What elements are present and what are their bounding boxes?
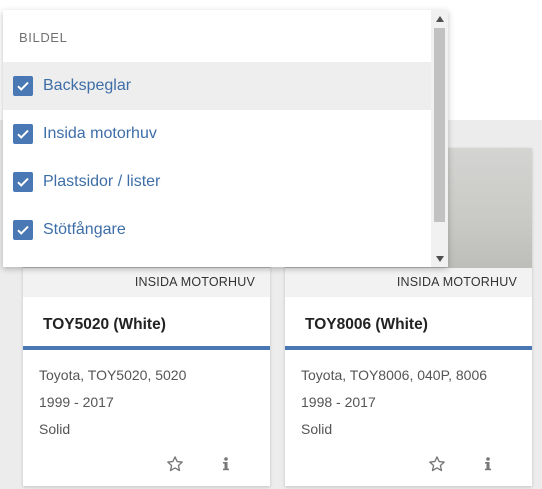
filter-header: BILDEL bbox=[19, 30, 68, 45]
filter-option-label: Plastsidor / lister bbox=[43, 173, 161, 190]
filter-option-stotfangare[interactable]: Stötfångare bbox=[3, 206, 431, 254]
part-filter-dropdown: BILDEL Backspeglar Insida motorhuv Plast… bbox=[3, 10, 448, 267]
filter-option-label: Backspeglar bbox=[43, 77, 132, 94]
star-icon[interactable] bbox=[427, 454, 447, 474]
scrollbar-thumb[interactable] bbox=[434, 28, 445, 222]
scroll-up-arrow-icon[interactable] bbox=[431, 10, 448, 27]
info-icon[interactable] bbox=[482, 454, 494, 474]
filter-option-label: Insida motorhuv bbox=[43, 125, 157, 142]
filter-option-backspeglar[interactable]: Backspeglar bbox=[3, 62, 431, 110]
star-icon[interactable] bbox=[165, 454, 185, 474]
dropdown-scrollbar[interactable] bbox=[431, 10, 448, 267]
card-years: 1999 - 2017 bbox=[39, 394, 114, 410]
scroll-down-arrow-icon[interactable] bbox=[431, 250, 448, 267]
check-icon bbox=[17, 225, 29, 235]
card-divider bbox=[285, 346, 532, 350]
check-icon bbox=[17, 81, 29, 91]
checkbox-checked[interactable] bbox=[13, 172, 33, 192]
checkbox-checked[interactable] bbox=[13, 124, 33, 144]
card-make-codes: Toyota, TOY8006, 040P, 8006 bbox=[301, 367, 488, 383]
card-years: 1998 - 2017 bbox=[301, 394, 376, 410]
checkbox-checked[interactable] bbox=[13, 76, 33, 96]
card-finish: Solid bbox=[301, 421, 333, 437]
card-title[interactable]: TOY5020 (White) bbox=[43, 316, 166, 334]
filter-option-label: Stötfångare bbox=[43, 221, 126, 238]
filter-option-plastsidor[interactable]: Plastsidor / lister bbox=[3, 158, 431, 206]
check-icon bbox=[17, 177, 29, 187]
check-icon bbox=[17, 129, 29, 139]
info-icon[interactable] bbox=[220, 454, 232, 474]
card-title[interactable]: TOY8006 (White) bbox=[305, 316, 428, 334]
card-category-tag: INSIDA MOTORHUV bbox=[23, 268, 270, 297]
filter-option-insida-motorhuv[interactable]: Insida motorhuv bbox=[3, 110, 431, 158]
card-divider bbox=[23, 346, 270, 350]
checkbox-checked[interactable] bbox=[13, 220, 33, 240]
card-make-codes: Toyota, TOY5020, 5020 bbox=[39, 367, 187, 383]
card-category-tag: INSIDA MOTORHUV bbox=[285, 268, 532, 297]
card-finish: Solid bbox=[39, 421, 71, 437]
